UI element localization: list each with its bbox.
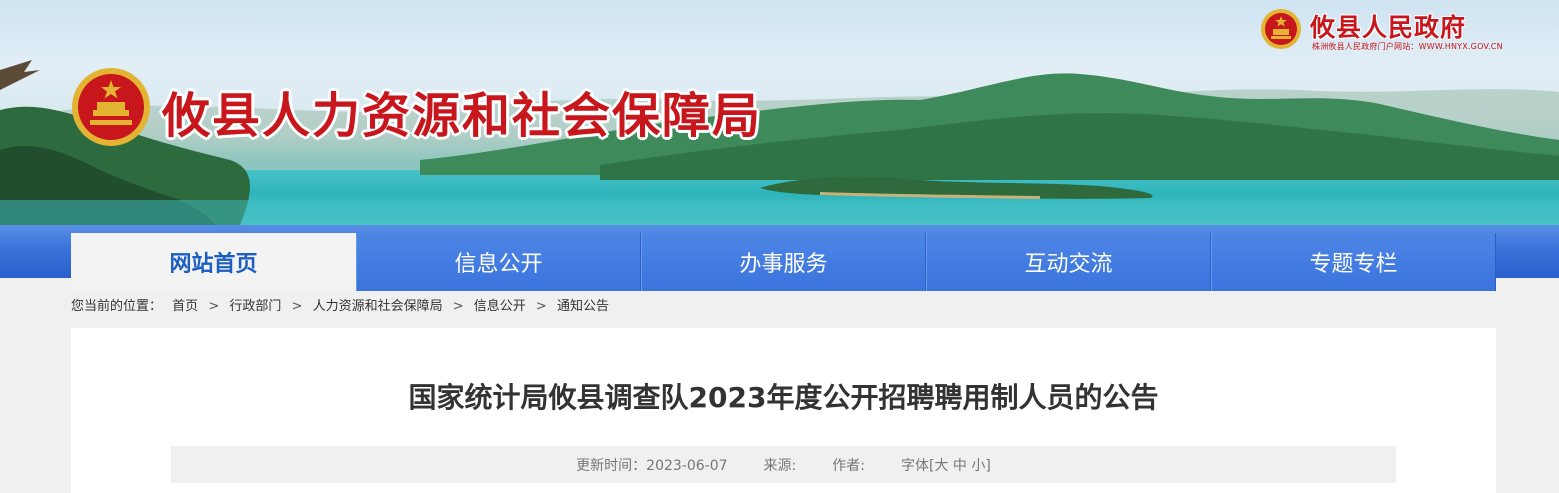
breadcrumb-separator: > (535, 299, 547, 314)
updated-value: 2023-06-07 (646, 457, 728, 474)
site-banner: 攸县人力资源和社会保障局 攸县人民政府 株洲攸县人民政府门户网站：WWW.HNY… (0, 0, 1559, 225)
breadcrumb-item-departments[interactable]: 行政部门 (229, 299, 281, 314)
author-label: 作者: (832, 457, 865, 474)
breadcrumb-separator: > (291, 299, 303, 314)
nav-item-services[interactable]: 办事服务 (641, 233, 926, 291)
font-size-label: 字体[ (900, 457, 935, 474)
site-title: 攸县人力资源和社会保障局 (162, 88, 763, 144)
updated-time: 更新时间：2023-06-07 (576, 455, 727, 475)
breadcrumb-item-hr-bureau[interactable]: 人力资源和社会保障局 (313, 299, 443, 314)
font-size-small-button[interactable]: 小 (971, 458, 985, 474)
breadcrumb-separator: > (208, 299, 220, 314)
article-title: 国家统计局攸县调查队2023年度公开招聘聘用制人员的公告 (408, 381, 1159, 414)
breadcrumb-prefix: 您当前的位置： (71, 299, 163, 314)
nav-item-home[interactable]: 网站首页 (71, 233, 356, 291)
main-nav: 网站首页 信息公开 办事服务 互动交流 专题专栏 (71, 233, 1496, 291)
font-size-large-button[interactable]: 大 (934, 458, 948, 474)
national-emblem-icon (72, 68, 150, 146)
breadcrumb-item-notices[interactable]: 通知公告 (557, 299, 609, 314)
breadcrumb-item-info-disclosure[interactable]: 信息公开 (474, 299, 526, 314)
gov-portal-subtitle: 株洲攸县人民政府门户网站：WWW.HNYX.GOV.CN (1312, 42, 1503, 51)
font-size-controls: 字体[大 中 小] (901, 455, 991, 475)
font-size-medium-button[interactable]: 中 (953, 458, 967, 474)
breadcrumb-separator: > (452, 299, 464, 314)
article-card: 国家统计局攸县调查队2023年度公开招聘聘用制人员的公告 更新时间：2023-0… (71, 328, 1496, 493)
gov-portal-name: 攸县人民政府 (1310, 13, 1467, 42)
source-label: 来源: (763, 457, 797, 474)
breadcrumb-item-home[interactable]: 首页 (172, 299, 198, 314)
nav-item-info-disclosure[interactable]: 信息公开 (356, 233, 641, 291)
gov-portal-badge[interactable]: 攸县人民政府 株洲攸县人民政府门户网站：WWW.HNYX.GOV.CN (1258, 6, 1558, 54)
article-meta-bar: 更新时间：2023-06-07 来源: 作者: 字体[大 中 小] (171, 446, 1396, 483)
gov-emblem-icon (1261, 9, 1301, 49)
font-size-close: ] (985, 457, 991, 474)
updated-label: 更新时间： (576, 457, 647, 474)
nav-item-interaction[interactable]: 互动交流 (926, 233, 1211, 291)
nav-item-special-topics[interactable]: 专题专栏 (1211, 233, 1496, 291)
breadcrumb: 您当前的位置： 首页 > 行政部门 > 人力资源和社会保障局 > 信息公开 > … (71, 295, 615, 314)
